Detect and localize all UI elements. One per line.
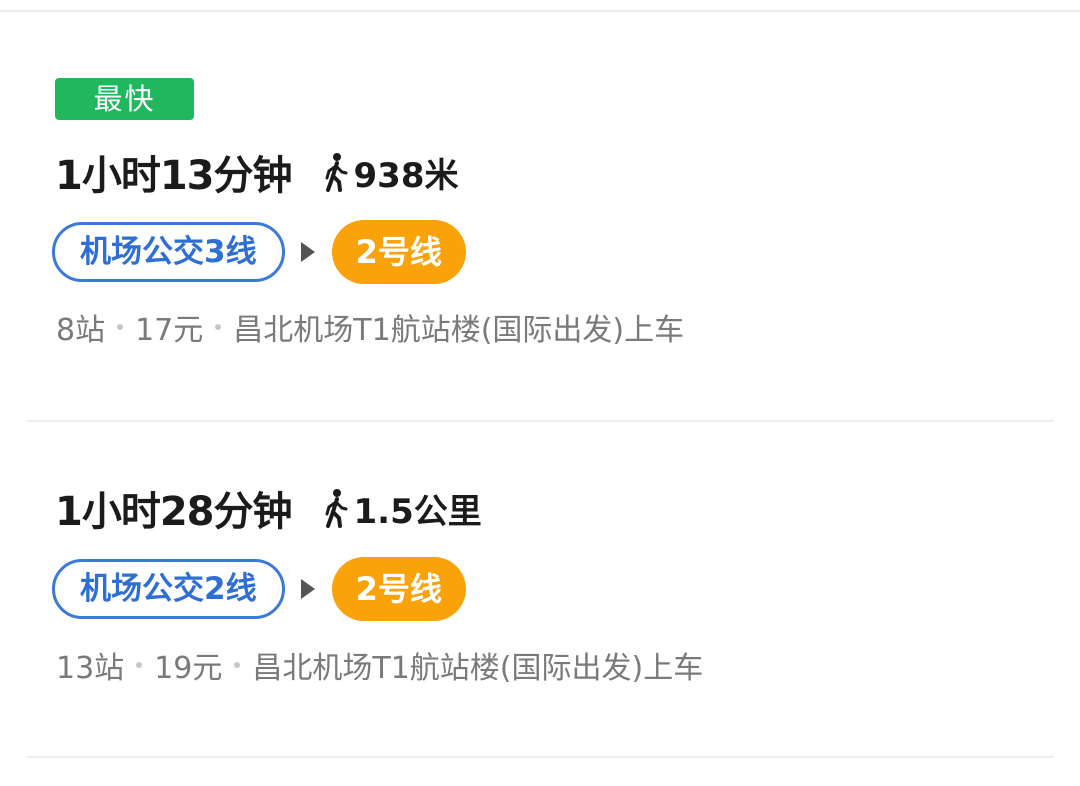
- transit-lines: 机场公交3线 2号线: [52, 219, 466, 285]
- fare: 17元: [135, 313, 204, 348]
- boarding-stop: 昌北机场T1航站楼(国际出发)上车: [252, 651, 704, 686]
- walking-person-icon: [325, 489, 347, 528]
- transit-lines: 机场公交2线 2号线: [52, 556, 466, 622]
- stop-count: 13站: [56, 651, 125, 686]
- route-details: 8站 17元 昌北机场T1航站楼(国际出发)上车: [56, 307, 685, 348]
- separator-dot: [215, 324, 222, 330]
- play-arrow-icon: [300, 242, 315, 262]
- fastest-badge: 最快: [55, 78, 194, 120]
- route-divider: [27, 756, 1054, 758]
- walk-info: 938米: [322, 148, 459, 197]
- stop-count: 8站: [56, 313, 106, 348]
- walk-distance: 938米: [353, 155, 459, 196]
- bus-line-chip: 机场公交3线: [52, 222, 285, 282]
- fare: 19元: [154, 651, 223, 686]
- play-arrow-icon: [300, 579, 315, 599]
- metro-line-chip: 2号线: [331, 557, 466, 621]
- route-divider: [27, 420, 1054, 422]
- separator-dot: [136, 662, 143, 668]
- separator-dot: [117, 324, 124, 330]
- walking-person-icon: [325, 153, 347, 192]
- bus-line-chip: 机场公交2线: [52, 559, 285, 619]
- walk-distance: 1.5公里: [353, 491, 482, 532]
- walk-info: 1.5公里: [322, 484, 482, 533]
- route-duration: 1小时28分钟: [55, 489, 292, 535]
- top-divider: [0, 10, 1080, 12]
- route-details: 13站 19元 昌北机场T1航站楼(国际出发)上车: [56, 645, 704, 686]
- route-duration: 1小时13分钟: [55, 153, 292, 199]
- metro-line-chip: 2号线: [331, 220, 466, 284]
- route-summary: 1小时28分钟 1.5公里: [55, 482, 482, 535]
- route-summary: 1小时13分钟 938米: [55, 146, 459, 199]
- separator-dot: [234, 662, 241, 668]
- boarding-stop: 昌北机场T1航站楼(国际出发)上车: [233, 313, 685, 348]
